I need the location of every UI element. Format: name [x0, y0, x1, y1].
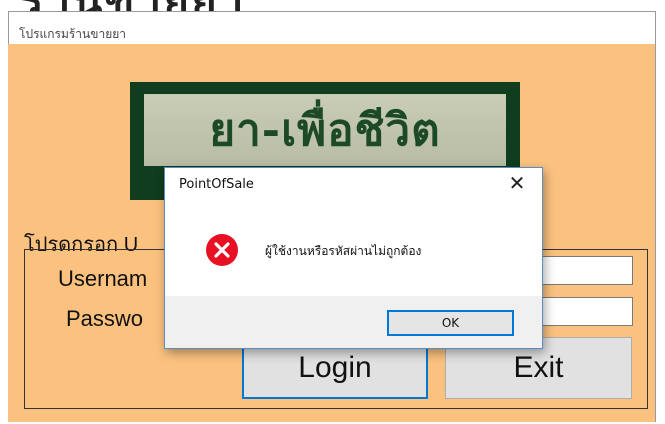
error-icon	[206, 234, 238, 266]
logo-plate: ยา-เพื่อชีวิต	[144, 94, 506, 166]
password-label: Passwo	[66, 306, 144, 331]
close-icon[interactable]: ✕	[506, 172, 528, 194]
error-message-text: ผู้ใช้งานหรือรหัสผ่านไม่ถูกต้อง	[265, 244, 422, 258]
dialog-title: PointOfSale	[179, 177, 254, 192]
error-message-dialog: PointOfSale ✕ ผู้ใช้งานหรือรหัสผ่านไม่ถู…	[164, 167, 543, 349]
username-label: Usernam	[58, 266, 148, 291]
ok-button[interactable]: OK	[387, 310, 514, 336]
dialog-button-bar: OK	[165, 296, 542, 348]
window-title: โปรแกรมร้านขายยา	[19, 27, 126, 41]
password-input[interactable]	[540, 297, 633, 326]
logo-text: ยา-เพื่อชีวิต	[209, 105, 441, 156]
username-input[interactable]	[540, 256, 633, 285]
